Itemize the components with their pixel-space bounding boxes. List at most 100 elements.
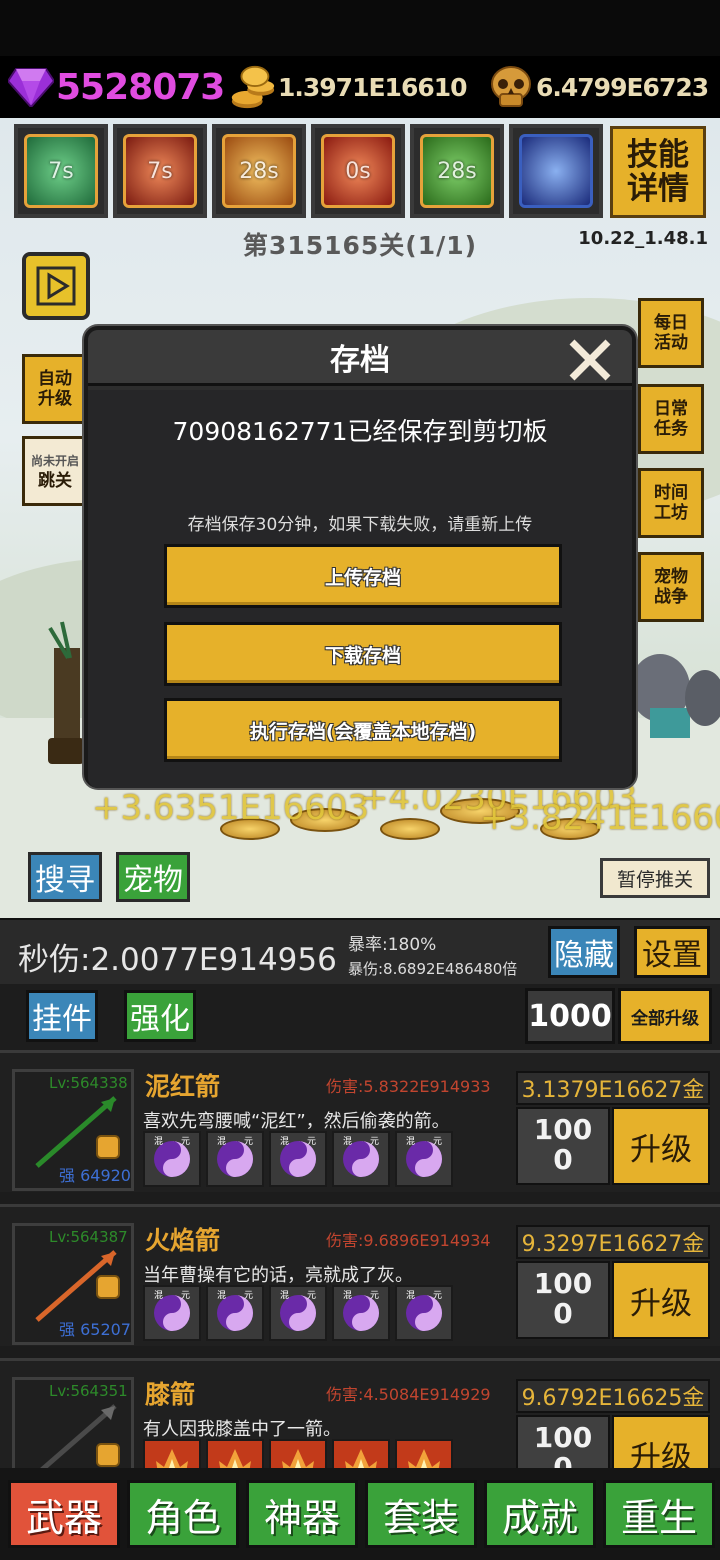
yin-yang-gem-icon[interactable]: 混元 <box>269 1285 327 1341</box>
weapon-damage: 伤害:9.6896E914934 <box>326 1231 491 1250</box>
save-hint: 存档保存30分钟，如果下载失败，请重新上传 <box>187 515 533 535</box>
yin-yang-gem-icon[interactable]: 混元 <box>143 1285 201 1341</box>
diamond-icon <box>6 62 56 112</box>
yin-yang-gem-icon[interactable]: 混元 <box>269 1131 327 1187</box>
dps-value: 秒伤:2.0077E914956 <box>18 942 337 978</box>
skill-5-icon: 28s <box>420 134 494 208</box>
close-icon <box>567 337 613 383</box>
weapon-name: 泥红箭 <box>145 1072 221 1101</box>
yin-yang-gem-icon[interactable]: 混元 <box>332 1285 390 1341</box>
execute-save-button[interactable]: 执行存档(会覆盖本地存档) <box>164 698 562 762</box>
skill-slot-1[interactable]: 7s <box>14 124 108 218</box>
upgrade-price: 3.1379E16627金 <box>516 1071 710 1105</box>
weapon-row[interactable]: Lv:564338 强 64920 泥红箭 伤害:5.8322E914933 喜… <box>0 1050 720 1192</box>
nav-character[interactable]: 角色 <box>127 1480 239 1548</box>
dialog-title: 存档 <box>330 342 390 378</box>
skill-6-icon <box>519 134 593 208</box>
settings-label: 设置 <box>642 938 702 973</box>
gem-resource: 5528073 <box>6 60 225 114</box>
hide-label: 隐藏 <box>554 938 614 973</box>
yin-yang-gem-icon[interactable]: 混元 <box>143 1131 201 1187</box>
nav-sets-label: 套装 <box>382 1495 459 1540</box>
pet-button[interactable]: 宠物 <box>116 852 190 902</box>
skill-slot-3[interactable]: 28s <box>212 124 306 218</box>
game-screen: 5528073 1.3971E16610 6.4799E6723 7s 7s 2… <box>0 0 720 1560</box>
time-workshop-label: 时间 工坊 <box>654 483 688 523</box>
skill-slot-4[interactable]: 0s <box>311 124 405 218</box>
upload-save-button[interactable]: 上传存档 <box>164 544 562 608</box>
skill-slot-5[interactable]: 28s <box>410 124 504 218</box>
nav-weapons[interactable]: 武器 <box>8 1480 120 1548</box>
yin-yang-gem-icon[interactable]: 混元 <box>395 1285 453 1341</box>
search-label: 搜寻 <box>35 863 95 898</box>
weapon-row[interactable]: Lv:564387 强 65207 火焰箭 伤害:9.6896E914934 当… <box>0 1204 720 1346</box>
upgrade-count-selector[interactable]: 1000 <box>525 988 615 1044</box>
upgrade-button[interactable]: 升级 <box>612 1261 710 1339</box>
time-workshop-button[interactable]: 时间 工坊 <box>638 468 704 538</box>
crit-damage: 暴伤:8.6892E486480倍 <box>348 960 518 978</box>
daily-task-button[interactable]: 日常 任务 <box>638 384 704 454</box>
coin-resource: 1.3971E16610 <box>228 60 468 114</box>
tab-enhance-label: 强化 <box>130 1002 190 1037</box>
weapon-strength: 强 65207 <box>59 1320 131 1339</box>
weapon-level: Lv:564351 <box>49 1382 128 1400</box>
upgrade-count-value: 1000 <box>528 998 612 1034</box>
upgrade-all-button[interactable]: 全部升级 <box>618 988 712 1044</box>
search-button[interactable]: 搜寻 <box>28 852 102 902</box>
auto-upgrade-button[interactable]: 自动 升级 <box>22 354 88 424</box>
upgrade-price: 9.6792E16625金 <box>516 1379 710 1413</box>
gem-slots <box>143 1439 458 1468</box>
skip-stage-button[interactable]: 尚未开启 跳关 <box>22 436 88 506</box>
skill-4-icon: 0s <box>321 134 395 208</box>
weapon-description: 喜欢先弯腰喊“泥红”，然后偷袭的箭。 <box>143 1111 450 1132</box>
play-button[interactable] <box>22 252 90 320</box>
close-button[interactable] <box>562 332 618 388</box>
weapon-name: 火焰箭 <box>145 1226 221 1255</box>
download-save-button[interactable]: 下载存档 <box>164 622 562 686</box>
quantity-line: 0 <box>553 1297 573 1330</box>
skill-detail-button[interactable]: 技能 详情 <box>610 126 706 218</box>
weapon-strength: 强 64920 <box>59 1166 131 1185</box>
quantity-line: 0 <box>553 1143 573 1176</box>
quantity-line: 100 <box>533 1267 593 1300</box>
flame-gem-icon[interactable] <box>206 1439 264 1468</box>
upgrade-button[interactable]: 升级 <box>612 1415 710 1468</box>
skill-slot-2[interactable]: 7s <box>113 124 207 218</box>
nav-artifacts[interactable]: 神器 <box>246 1480 358 1548</box>
upgrade-all-label: 全部升级 <box>631 1008 699 1029</box>
skill-slot-6[interactable] <box>509 124 603 218</box>
yin-yang-gem-icon[interactable]: 混元 <box>395 1131 453 1187</box>
flame-gem-icon[interactable] <box>332 1439 390 1468</box>
flame-gem-icon[interactable] <box>143 1439 201 1468</box>
nav-artifacts-label: 神器 <box>263 1495 340 1540</box>
weapon-icon: Lv:564351 <box>12 1377 134 1468</box>
weapon-description: 当年曹操有它的话，亮就成了灰。 <box>143 1265 413 1286</box>
nav-sets[interactable]: 套装 <box>365 1480 477 1548</box>
weapon-row[interactable]: Lv:564351 膝箭 伤害:4.5084E914929 有人因我膝盖中了一箭… <box>0 1358 720 1468</box>
upgrade-quantity: 100 0 <box>516 1107 610 1185</box>
upgrade-button[interactable]: 升级 <box>612 1107 710 1185</box>
gem-slots: 混元 混元 混元 混元 混元 <box>143 1285 458 1341</box>
hide-button[interactable]: 隐藏 <box>548 926 620 978</box>
flame-gem-icon[interactable] <box>395 1439 453 1468</box>
flame-gem-icon[interactable] <box>269 1439 327 1468</box>
yin-yang-gem-icon[interactable]: 混元 <box>206 1285 264 1341</box>
yin-yang-gem-icon[interactable]: 混元 <box>206 1131 264 1187</box>
dialog-body: 70908162771已经保存到剪切板 存档保存30分钟，如果下载失败，请重新上… <box>88 390 632 788</box>
gem-slots: 混元 混元 混元 混元 混元 <box>143 1131 458 1187</box>
settings-button[interactable]: 设置 <box>634 926 710 978</box>
tab-attachment[interactable]: 挂件 <box>26 990 98 1042</box>
tab-enhance[interactable]: 强化 <box>124 990 196 1042</box>
nav-achievements[interactable]: 成就 <box>484 1480 596 1548</box>
yin-yang-gem-icon[interactable]: 混元 <box>332 1131 390 1187</box>
daily-event-button[interactable]: 每日 活动 <box>638 298 704 368</box>
pet-battle-button[interactable]: 宠物 战争 <box>638 552 704 622</box>
bottom-nav: 武器 角色 神器 套装 成就 重生 <box>0 1468 720 1560</box>
nav-rebirth[interactable]: 重生 <box>603 1480 715 1548</box>
quantity-line: 0 <box>553 1451 573 1469</box>
pause-push-button[interactable]: 暂停推关 <box>600 858 710 898</box>
skill-cooldown: 7s <box>48 158 74 184</box>
pet-battle-label: 宠物 战争 <box>654 567 688 607</box>
coin-pile <box>380 818 440 840</box>
coin-count: 1.3971E16610 <box>278 72 468 102</box>
